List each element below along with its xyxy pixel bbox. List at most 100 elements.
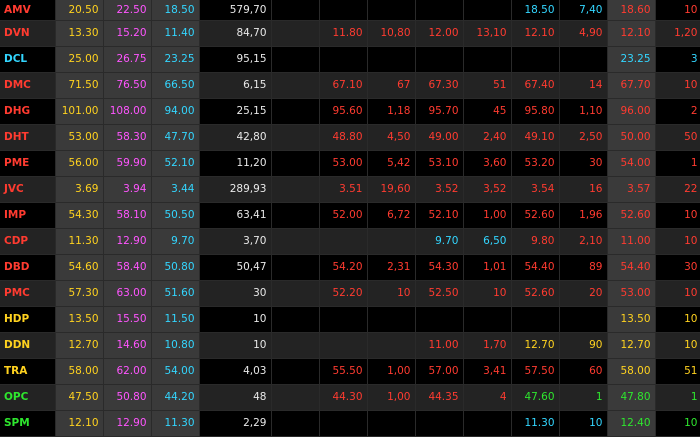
empty-cell — [271, 384, 320, 411]
stock-row[interactable]: CDP 11.30 12.90 9.70 3,70 9.70 6,50 9.80 2,10 11.… — [0, 228, 700, 255]
symbol-cell[interactable]: TRA — [0, 358, 56, 385]
ask-price-1-cell: 96.00 — [607, 98, 656, 125]
match-volume-cell: 30 — [559, 150, 608, 177]
symbol-cell[interactable]: DMC — [0, 72, 56, 99]
symbol-cell[interactable]: AMV — [0, 0, 56, 21]
match-volume-cell: 4,90 — [559, 20, 608, 47]
bid-volume-3-cell: 67 — [367, 72, 416, 99]
match-volume-cell: 10 — [559, 410, 608, 437]
symbol-cell[interactable]: DHG — [0, 98, 56, 125]
empty-cell — [271, 332, 320, 359]
symbol-cell[interactable]: DHT — [0, 124, 56, 151]
bid-price-3-cell: 3.51 — [319, 176, 368, 203]
reference-price-cell: 71.50 — [55, 72, 104, 99]
match-volume-cell: 1,10 — [559, 98, 608, 125]
bid-volume-2-cell: 10 — [463, 280, 512, 307]
stock-row[interactable]: AMV 20.50 22.50 18.50 579,70 18.50 7,40 18.60 10 — [0, 0, 700, 21]
stock-row[interactable]: DCL 25.00 26.75 23.25 95,15 23.25 3 — [0, 46, 700, 73]
match-price-cell: 12.70 — [511, 332, 560, 359]
bid-volume-3-cell: 5,42 — [367, 150, 416, 177]
symbol-cell[interactable]: CDP — [0, 228, 56, 255]
ask-price-1-cell: 12.70 — [607, 332, 656, 359]
ask-volume-1-cell: 3 — [655, 46, 700, 73]
bid-volume-2-cell: 6,50 — [463, 228, 512, 255]
stock-row[interactable]: DBD 54.60 58.40 50.80 50,47 54.20 2,31 54.30 1,0… — [0, 254, 700, 281]
stock-row[interactable]: PMC 57.30 63.00 51.60 30 52.20 10 52.50 10 52.60 2… — [0, 280, 700, 307]
match-price-cell: 67.40 — [511, 72, 560, 99]
bid-volume-2-cell: 4 — [463, 384, 512, 411]
ceiling-price-cell: 14.60 — [103, 332, 152, 359]
stock-row[interactable]: DHT 53.00 58.30 47.70 42,80 48.80 4,50 49.00 2,4… — [0, 124, 700, 151]
ask-price-1-cell: 54.00 — [607, 150, 656, 177]
reference-price-cell: 20.50 — [55, 0, 104, 21]
stock-row[interactable]: SPM 12.10 12.90 11.30 2,29 11.30 10 12.40 10 — [0, 410, 700, 437]
symbol-cell[interactable]: DCL — [0, 46, 56, 73]
ask-volume-1-cell: 51 — [655, 358, 700, 385]
ceiling-price-cell: 58.40 — [103, 254, 152, 281]
ask-price-1-cell: 23.25 — [607, 46, 656, 73]
ceiling-price-cell: 15.50 — [103, 306, 152, 333]
bid-volume-2-cell: 1,01 — [463, 254, 512, 281]
stock-row[interactable]: DMC 71.50 76.50 66.50 6,15 67.10 67 67.30 51 67.4… — [0, 72, 700, 99]
stock-row[interactable]: JVC 3.69 3.94 3.44 289,93 3.51 19,60 3.52 3,52 3.… — [0, 176, 700, 203]
bid-volume-3-cell — [367, 46, 416, 73]
symbol-cell[interactable]: OPC — [0, 384, 56, 411]
bid-price-2-cell: 54.30 — [415, 254, 464, 281]
ask-volume-1-cell: 10 — [655, 280, 700, 307]
floor-price-cell: 44.20 — [151, 384, 200, 411]
bid-price-3-cell: 52.00 — [319, 202, 368, 229]
stock-row[interactable]: OPC 47.50 50.80 44.20 48 44.30 1,00 44.35 4 47.60… — [0, 384, 700, 411]
bid-volume-2-cell: 13,10 — [463, 20, 512, 47]
symbol-cell[interactable]: SPM — [0, 410, 56, 437]
bid-volume-3-cell: 1,00 — [367, 358, 416, 385]
floor-price-cell: 50.50 — [151, 202, 200, 229]
match-volume-cell: 60 — [559, 358, 608, 385]
match-price-cell: 52.60 — [511, 280, 560, 307]
match-volume-cell: 1,96 — [559, 202, 608, 229]
empty-cell — [271, 202, 320, 229]
match-volume-cell: 89 — [559, 254, 608, 281]
stock-row[interactable]: TRA 58.00 62.00 54.00 4,03 55.50 1,00 57.00 3,41… — [0, 358, 700, 385]
stock-row[interactable]: DDN 12.70 14.60 10.80 10 11.00 1,70 12.70 90 12.7… — [0, 332, 700, 359]
symbol-cell[interactable]: DBD — [0, 254, 56, 281]
symbol-cell[interactable]: DDN — [0, 332, 56, 359]
match-volume-cell: 7,40 — [559, 0, 608, 21]
symbol-cell[interactable]: HDP — [0, 306, 56, 333]
total-volume-cell: 289,93 — [199, 176, 272, 203]
symbol-cell[interactable]: PME — [0, 150, 56, 177]
ceiling-price-cell: 26.75 — [103, 46, 152, 73]
floor-price-cell: 23.25 — [151, 46, 200, 73]
match-price-cell: 47.60 — [511, 384, 560, 411]
ceiling-price-cell: 22.50 — [103, 0, 152, 21]
bid-price-3-cell: 67.10 — [319, 72, 368, 99]
symbol-cell[interactable]: JVC — [0, 176, 56, 203]
empty-cell — [271, 358, 320, 385]
total-volume-cell: 11,20 — [199, 150, 272, 177]
total-volume-cell: 50,47 — [199, 254, 272, 281]
bid-price-2-cell: 95.70 — [415, 98, 464, 125]
ask-volume-1-cell: 10 — [655, 332, 700, 359]
bid-price-3-cell — [319, 306, 368, 333]
stock-row[interactable]: HDP 13.50 15.50 11.50 10 13.50 10 — [0, 306, 700, 333]
symbol-cell[interactable]: PMC — [0, 280, 56, 307]
floor-price-cell: 50.80 — [151, 254, 200, 281]
symbol-cell[interactable]: DVN — [0, 20, 56, 47]
ceiling-price-cell: 58.10 — [103, 202, 152, 229]
total-volume-cell: 25,15 — [199, 98, 272, 125]
bid-volume-3-cell — [367, 332, 416, 359]
stock-row[interactable]: DVN 13.30 15.20 11.40 84,70 11.80 10,80 12.00 13… — [0, 20, 700, 47]
bid-price-2-cell: 52.50 — [415, 280, 464, 307]
stock-row[interactable]: IMP 54.30 58.10 50.50 63,41 52.00 6,72 52.10 1,0… — [0, 202, 700, 229]
total-volume-cell: 63,41 — [199, 202, 272, 229]
bid-price-2-cell: 3.52 — [415, 176, 464, 203]
bid-volume-2-cell — [463, 410, 512, 437]
empty-cell — [271, 150, 320, 177]
reference-price-cell: 12.10 — [55, 410, 104, 437]
stock-row[interactable]: PME 56.00 59.90 52.10 11,20 53.00 5,42 53.10 3,6… — [0, 150, 700, 177]
ceiling-price-cell: 59.90 — [103, 150, 152, 177]
empty-cell — [271, 254, 320, 281]
match-price-cell: 49.10 — [511, 124, 560, 151]
bid-volume-2-cell: 3,52 — [463, 176, 512, 203]
stock-row[interactable]: DHG 101.00 108.00 94.00 25,15 95.60 1,18 95.70 4… — [0, 98, 700, 125]
symbol-cell[interactable]: IMP — [0, 202, 56, 229]
